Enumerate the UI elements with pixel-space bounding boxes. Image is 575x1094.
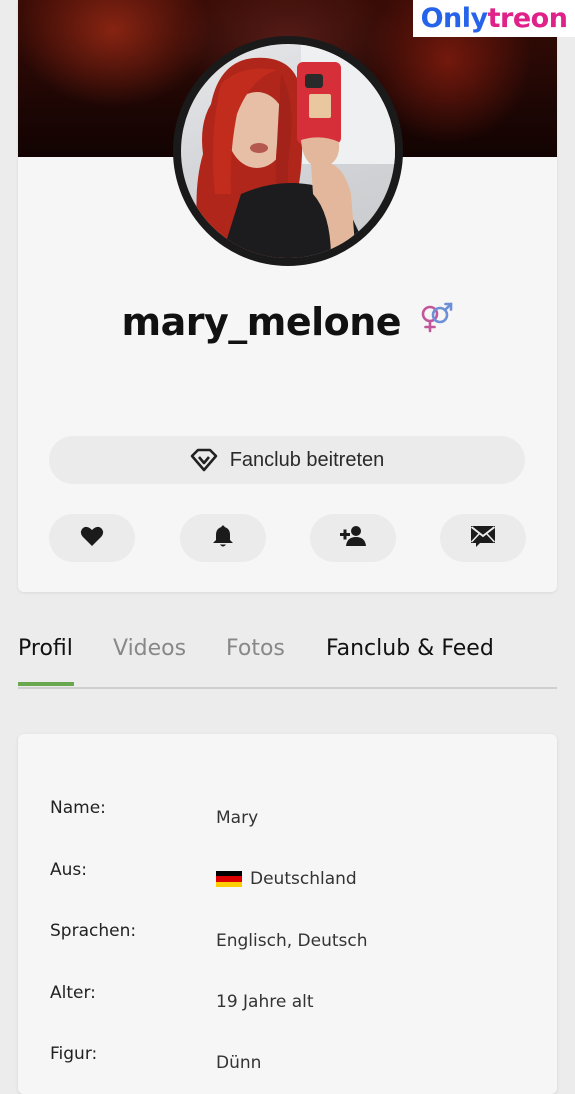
notification-button[interactable] xyxy=(180,514,266,562)
watermark-logo: Only treon xyxy=(413,0,575,37)
diamond-icon xyxy=(190,448,218,472)
info-label-aus: Aus: xyxy=(50,860,87,880)
male-female-symbol-icon xyxy=(418,302,454,339)
like-button[interactable] xyxy=(49,514,135,562)
avatar[interactable] xyxy=(173,36,403,266)
tab-fanclub-feed[interactable]: Fanclub & Feed xyxy=(326,636,494,661)
info-value-alter: 19 Jahre alt xyxy=(216,992,314,1012)
info-label-figur: Figur: xyxy=(50,1044,98,1064)
profile-info-card: Name: Mary Aus: Deutschland Sprachen: En… xyxy=(18,734,557,1094)
info-label-alter: Alter: xyxy=(50,983,96,1003)
tab-fotos[interactable]: Fotos xyxy=(226,636,285,661)
watermark-part2: treon xyxy=(487,3,568,34)
info-value-country: Deutschland xyxy=(250,869,357,889)
watermark-part1: Only xyxy=(420,3,489,34)
username-row: mary_melone xyxy=(18,300,557,344)
info-label-sprachen: Sprachen: xyxy=(50,921,137,941)
bell-icon xyxy=(212,524,234,553)
fanclub-join-label: Fanclub beitreten xyxy=(229,448,385,471)
username: mary_melone xyxy=(121,300,402,344)
info-value-sprachen: Englisch, Deutsch xyxy=(216,931,368,951)
tab-videos[interactable]: Videos xyxy=(113,636,186,661)
active-tab-indicator xyxy=(18,682,74,686)
message-button[interactable] xyxy=(440,514,526,562)
info-value-name: Mary xyxy=(216,808,259,828)
fanclub-join-button[interactable]: Fanclub beitreten xyxy=(49,436,525,484)
info-label-name: Name: xyxy=(50,798,106,818)
info-value-figur: Dünn xyxy=(216,1053,262,1073)
germany-flag-icon xyxy=(216,870,242,888)
info-value-aus: Deutschland xyxy=(216,869,357,889)
heart-icon xyxy=(80,525,104,552)
add-user-icon xyxy=(339,525,367,552)
avatar-photo xyxy=(181,44,395,258)
follow-button[interactable] xyxy=(310,514,396,562)
profile-tabs: Profil Videos Fotos Fanclub & Feed xyxy=(18,630,557,689)
envelope-icon xyxy=(470,525,496,552)
tab-profil[interactable]: Profil xyxy=(18,636,73,661)
